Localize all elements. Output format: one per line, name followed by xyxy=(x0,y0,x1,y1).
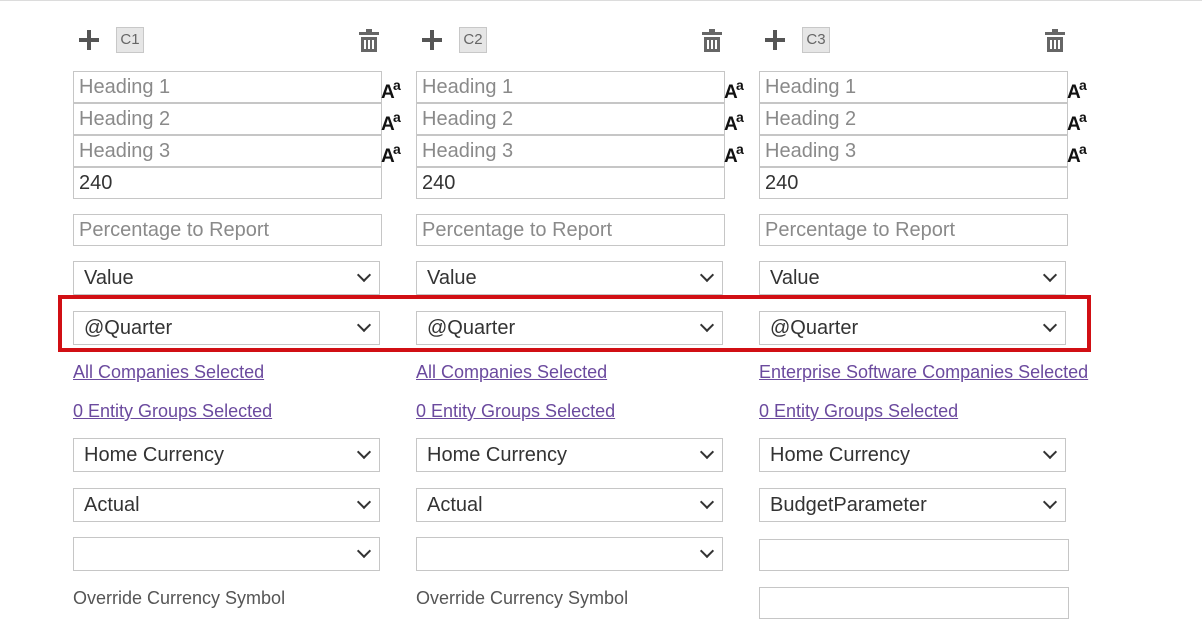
percentage-to-report-input[interactable]: Percentage to Report xyxy=(73,214,382,246)
entity-groups-link[interactable]: 0 Entity Groups Selected xyxy=(73,401,272,422)
font-size-icon[interactable]: Aa xyxy=(381,78,403,102)
font-size-icon[interactable]: Aa xyxy=(724,142,746,166)
chevron-down-icon xyxy=(699,267,715,283)
chevron-down-icon xyxy=(699,494,715,510)
plus-icon[interactable] xyxy=(422,29,444,51)
font-size-icon[interactable]: Aa xyxy=(724,110,746,134)
override-currency-symbol-label: Override Currency Symbol xyxy=(73,588,286,608)
column-code-badge: C2 xyxy=(459,27,487,53)
scenario-select[interactable]: Actual xyxy=(73,488,380,522)
width-input[interactable]: 240 xyxy=(416,167,725,199)
font-size-icon[interactable]: Aa xyxy=(724,78,746,102)
extra-select[interactable] xyxy=(416,537,723,571)
heading-2-input[interactable]: Heading 2 xyxy=(759,103,1068,135)
heading-1-input[interactable]: Heading 1 xyxy=(416,71,725,103)
chevron-down-icon xyxy=(1042,267,1058,283)
currency-select[interactable]: Home Currency xyxy=(73,438,380,472)
column-code-badge: C3 xyxy=(802,27,830,53)
highlight-box xyxy=(58,295,1091,352)
entity-groups-link[interactable]: 0 Entity Groups Selected xyxy=(416,401,615,422)
companies-selected-link[interactable]: All Companies Selected xyxy=(73,362,264,383)
chevron-down-icon xyxy=(356,494,372,510)
value-select[interactable]: Value xyxy=(759,261,1066,295)
width-input[interactable]: 240 xyxy=(759,167,1068,199)
currency-select[interactable]: Home Currency xyxy=(759,438,1066,472)
extra-select[interactable] xyxy=(73,537,380,571)
column-code-badge: C1 xyxy=(116,27,144,53)
override-currency-symbol-input[interactable] xyxy=(759,587,1069,619)
width-input[interactable]: 240 xyxy=(73,167,382,199)
extra-input[interactable] xyxy=(759,539,1069,571)
chevron-down-icon xyxy=(356,267,372,283)
trash-icon[interactable] xyxy=(359,29,379,52)
chevron-down-icon xyxy=(356,543,372,559)
heading-3-input[interactable]: Heading 3 xyxy=(73,135,382,167)
heading-3-input[interactable]: Heading 3 xyxy=(759,135,1068,167)
chevron-down-icon xyxy=(699,543,715,559)
companies-selected-link[interactable]: All Companies Selected xyxy=(416,362,607,383)
companies-selected-link[interactable]: Enterprise Software Companies Selected xyxy=(759,362,1088,383)
percentage-to-report-input[interactable]: Percentage to Report xyxy=(759,214,1068,246)
font-size-icon[interactable]: Aa xyxy=(1067,142,1089,166)
chevron-down-icon xyxy=(356,444,372,460)
heading-3-input[interactable]: Heading 3 xyxy=(416,135,725,167)
trash-icon[interactable] xyxy=(1045,29,1065,52)
font-size-icon[interactable]: Aa xyxy=(1067,78,1089,102)
entity-groups-link[interactable]: 0 Entity Groups Selected xyxy=(759,401,958,422)
plus-icon[interactable] xyxy=(765,29,787,51)
percentage-to-report-input[interactable]: Percentage to Report xyxy=(416,214,725,246)
font-size-icon[interactable]: Aa xyxy=(381,110,403,134)
scenario-select[interactable]: Actual xyxy=(416,488,723,522)
value-select[interactable]: Value xyxy=(416,261,723,295)
font-size-icon[interactable]: Aa xyxy=(381,142,403,166)
override-currency-symbol-label: Override Currency Symbol xyxy=(416,588,629,608)
trash-icon[interactable] xyxy=(702,29,722,52)
heading-2-input[interactable]: Heading 2 xyxy=(416,103,725,135)
heading-2-input[interactable]: Heading 2 xyxy=(73,103,382,135)
chevron-down-icon xyxy=(699,444,715,460)
heading-1-input[interactable]: Heading 1 xyxy=(759,71,1068,103)
chevron-down-icon xyxy=(1042,444,1058,460)
scenario-select[interactable]: BudgetParameter xyxy=(759,488,1066,522)
font-size-icon[interactable]: Aa xyxy=(1067,110,1089,134)
value-select[interactable]: Value xyxy=(73,261,380,295)
currency-select[interactable]: Home Currency xyxy=(416,438,723,472)
chevron-down-icon xyxy=(1042,494,1058,510)
heading-1-input[interactable]: Heading 1 xyxy=(73,71,382,103)
plus-icon[interactable] xyxy=(79,29,101,51)
